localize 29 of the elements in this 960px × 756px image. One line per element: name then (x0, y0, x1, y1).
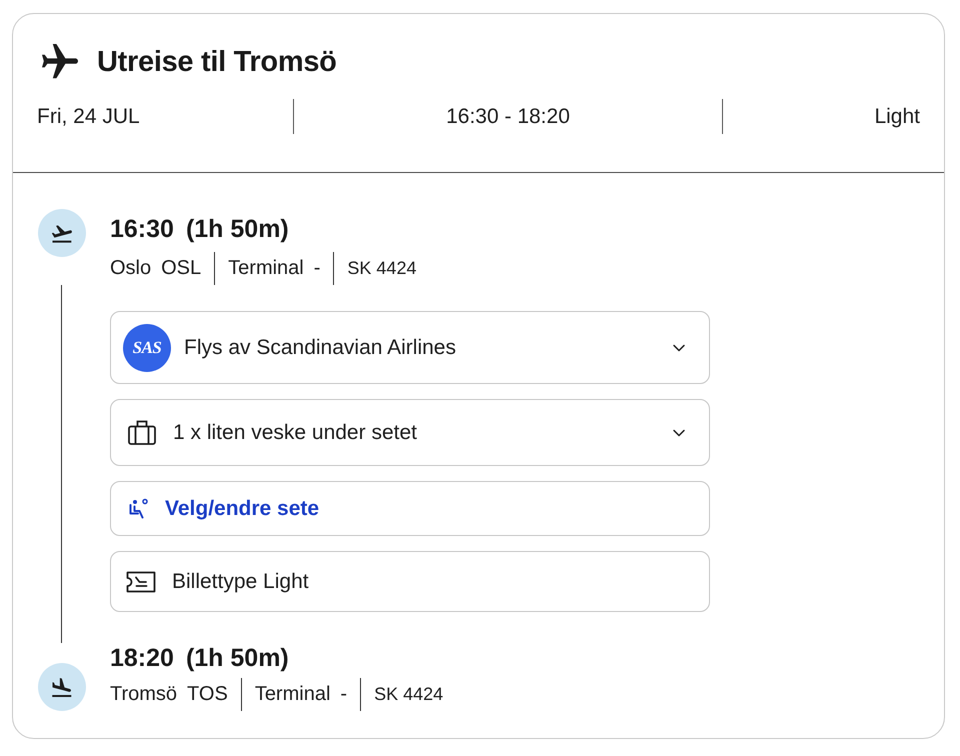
airline-dropdown[interactable]: SAS Flys av Scandinavian Airlines (110, 311, 710, 384)
seated-person-icon (128, 498, 150, 520)
city-name: Oslo (110, 257, 152, 280)
airport-code: OSL (161, 257, 202, 280)
seat-selection-link[interactable]: Velg/endre sete (110, 481, 710, 536)
ticket-type-text: Billettype Light (172, 570, 310, 594)
terminal-value: - (314, 257, 320, 280)
airline-logo: SAS (123, 324, 171, 372)
trip-title: Utreise til Tromsö (97, 45, 337, 80)
time-text: 16:30 (110, 214, 174, 244)
flight-number: SK 4424 (374, 684, 444, 705)
airplane-icon (42, 44, 78, 80)
ticket-icon (126, 570, 156, 592)
duration-text: (1h 50m) (186, 644, 289, 672)
plane-landing-icon (52, 678, 72, 696)
suitcase-icon (128, 420, 156, 445)
duration-text: (1h 50m) (186, 214, 289, 244)
travel-date: Fri, 24 JUL (37, 104, 140, 128)
city-name: Tromsö (110, 683, 178, 706)
baggage-dropdown[interactable]: 1 x liten veske under setet (110, 399, 710, 466)
terminal-value: - (340, 683, 348, 706)
airport-code: TOS (187, 683, 228, 706)
time-range: 16:30 - 18:20 (446, 104, 570, 128)
time-text: 18:20 (110, 644, 174, 672)
flight-number: SK 4424 (347, 258, 416, 279)
plane-takeoff-icon (52, 224, 72, 242)
terminal-label: Terminal (228, 257, 304, 280)
fare-type: Light (874, 104, 920, 128)
terminal-label: Terminal (254, 683, 330, 706)
